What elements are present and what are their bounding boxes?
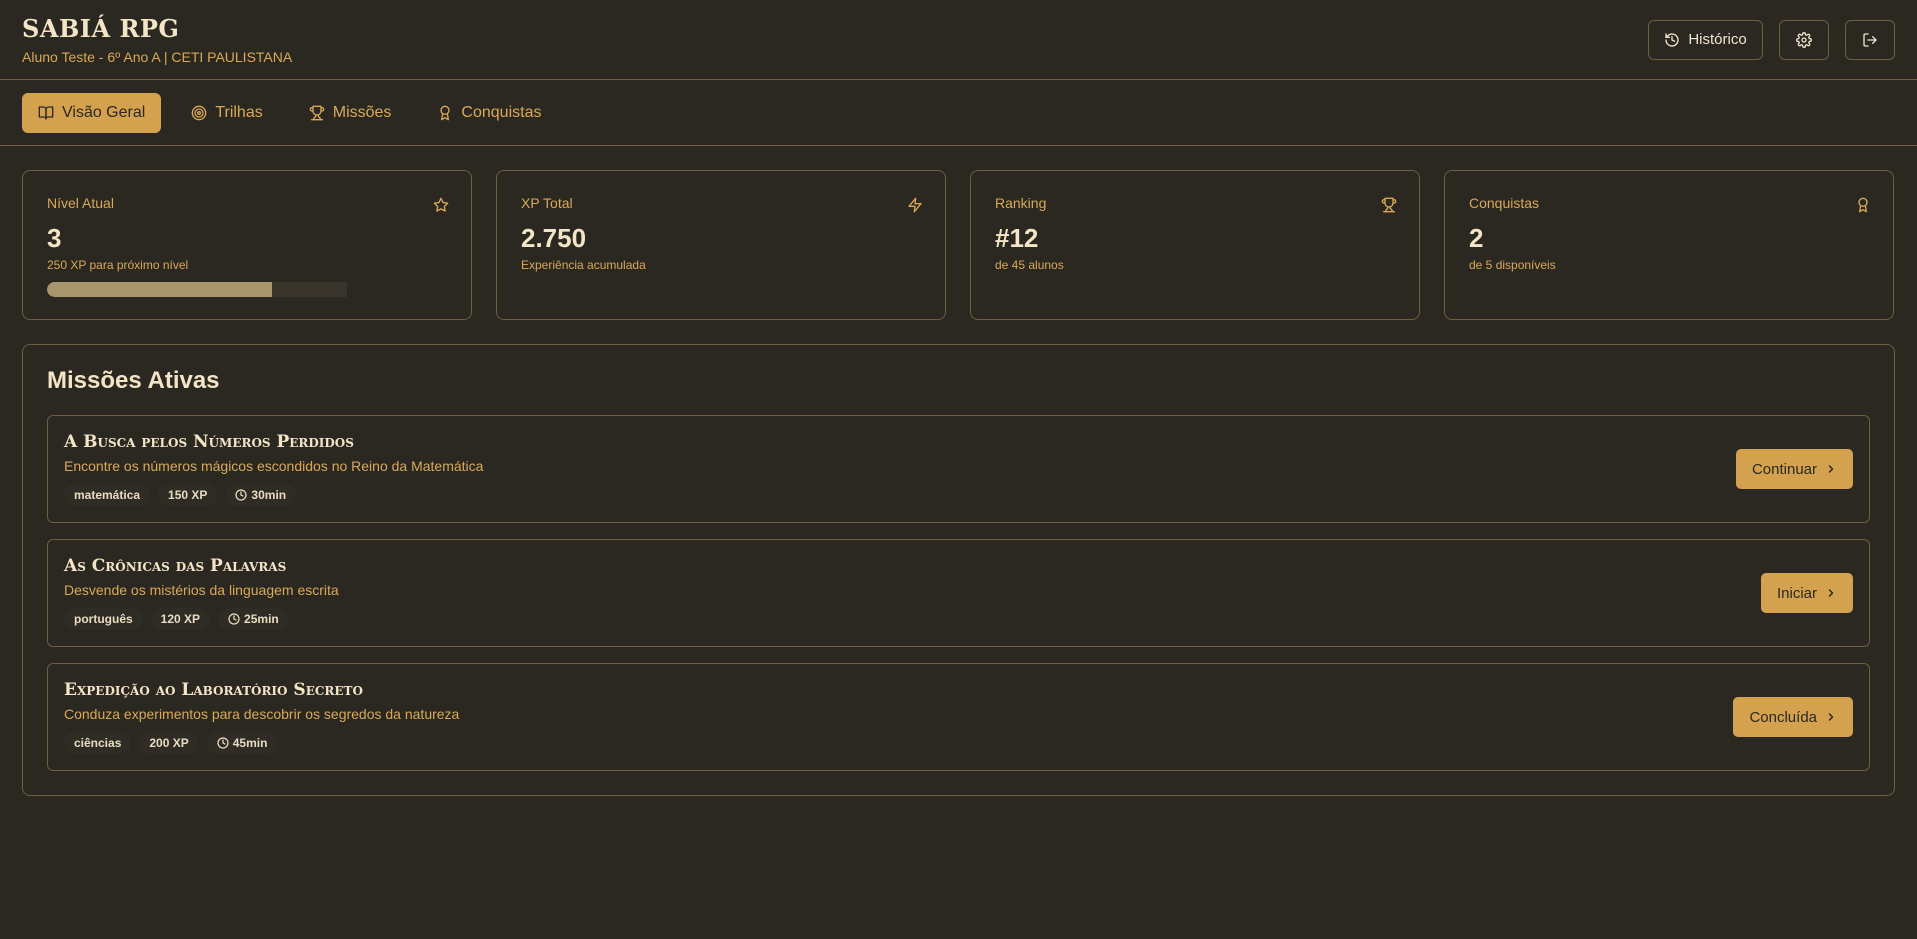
- clock-icon: [235, 489, 248, 501]
- subject-tag: matemática: [64, 484, 151, 506]
- tab-missoes[interactable]: Missões: [293, 93, 408, 133]
- history-icon: [1665, 32, 1679, 47]
- stat-value: 2.750: [521, 223, 587, 253]
- level-progress-fill: [47, 282, 272, 297]
- stat-card-ranking: Ranking #12 de 45 alunos: [970, 170, 1420, 320]
- mission-action-button[interactable]: Iniciar: [1760, 573, 1853, 613]
- logout-icon: [1863, 32, 1877, 47]
- tab-trilhas[interactable]: Trilhas: [175, 93, 278, 133]
- stat-label: Ranking: [995, 195, 1047, 211]
- mission-card: A Busca pelos Números Perdidos Encontre …: [47, 415, 1870, 523]
- app-title: SABIÁ RPG: [22, 14, 180, 43]
- mission-name: A Busca pelos Números Perdidos: [64, 432, 354, 452]
- subject-tag: português: [64, 608, 143, 630]
- mission-name: As Crônicas das Palavras: [64, 556, 287, 576]
- gear-icon: [1796, 31, 1812, 48]
- clock-icon: [217, 737, 229, 749]
- settings-button[interactable]: [1779, 19, 1829, 60]
- button-label: Iniciar: [1776, 584, 1817, 602]
- xp-tag: 200 XP: [139, 732, 199, 754]
- mission-name: Expedição ao Laboratório Secreto: [64, 680, 363, 700]
- mission-description: Conduza experimentos para descobrir os s…: [64, 706, 460, 722]
- stat-card-xp: XP Total 2.750 Experiência acumulada: [496, 170, 946, 320]
- tab-label: Trilhas: [215, 103, 263, 121]
- mission-action-button[interactable]: Concluída: [1733, 697, 1853, 737]
- tab-conquistas[interactable]: Conquistas: [421, 93, 557, 133]
- button-label: Concluída: [1749, 708, 1817, 726]
- award-icon: [440, 105, 451, 120]
- tab-visao-geral[interactable]: Visão Geral: [22, 92, 162, 133]
- stat-subtext: 250 XP para próximo nível: [47, 258, 189, 272]
- mission-description: Encontre os números mágicos escondidos n…: [64, 458, 484, 474]
- award-icon: [1858, 197, 1868, 213]
- mission-tags: matemática 150 XP 30min: [64, 484, 483, 506]
- zap-icon: [908, 197, 922, 213]
- mission-tags: português 120 XP 25min: [64, 608, 339, 630]
- xp-tag: 120 XP: [150, 608, 211, 630]
- history-button[interactable]: Histórico: [1648, 19, 1763, 60]
- app-header: SABIÁ RPG Aluno Teste - 6º Ano A | CETI …: [0, 0, 1917, 80]
- button-label: Continuar: [1751, 460, 1817, 478]
- time-value: 25min: [244, 612, 279, 626]
- subject-tag: ciências: [64, 732, 132, 754]
- time-tag: 45min: [206, 732, 278, 754]
- header-actions: Histórico: [1648, 19, 1895, 60]
- trophy-icon: [1381, 197, 1397, 213]
- chevron-right-icon: [1828, 713, 1834, 721]
- mission-tags: ciências 200 XP 45min: [64, 732, 459, 754]
- tab-label: Missões: [332, 103, 392, 121]
- stat-label: Nível Atual: [47, 195, 114, 211]
- star-icon: [433, 197, 449, 212]
- mission-info: Expedição ao Laboratório Secreto Conduza…: [64, 680, 459, 754]
- trophy-icon: [309, 105, 324, 120]
- stat-value: #12: [995, 223, 1039, 253]
- stat-value: 3: [47, 223, 62, 253]
- stat-label: XP Total: [521, 195, 573, 211]
- book-open-icon: [38, 105, 54, 120]
- stat-card-nivel: Nível Atual 3 250 XP para próximo nível: [22, 170, 472, 320]
- history-label: Histórico: [1688, 31, 1747, 48]
- stat-card-conquistas: Conquistas 2 de 5 disponíveis: [1444, 170, 1894, 320]
- chevron-right-icon: [1828, 589, 1834, 597]
- mission-card: Expedição ao Laboratório Secreto Conduza…: [47, 663, 1870, 771]
- time-value: 30min: [251, 488, 287, 502]
- mission-action-button[interactable]: Continuar: [1735, 449, 1853, 489]
- stat-subtext: de 45 alunos: [995, 258, 1064, 272]
- time-value: 45min: [232, 736, 268, 750]
- active-missions-panel: Missões Ativas A Busca pelos Números Per…: [22, 344, 1895, 796]
- mission-info: A Busca pelos Números Perdidos Encontre …: [64, 432, 483, 506]
- mission-description: Desvende os mistérios da linguagem escri…: [64, 582, 339, 598]
- stat-subtext: de 5 disponíveis: [1469, 258, 1556, 272]
- tab-label: Conquistas: [461, 103, 542, 121]
- student-info: Aluno Teste - 6º Ano A | CETI PAULISTANA: [22, 49, 293, 65]
- clock-icon: [228, 613, 240, 625]
- stat-subtext: Experiência acumulada: [521, 258, 646, 272]
- time-tag: 30min: [225, 484, 297, 506]
- stats-row: Nível Atual 3 250 XP para próximo nível …: [0, 146, 1917, 320]
- xp-tag: 150 XP: [158, 484, 218, 506]
- nav-tabs: Visão Geral Trilhas Missões Conquistas: [0, 80, 1917, 146]
- stat-label: Conquistas: [1469, 195, 1540, 211]
- chevron-right-icon: [1828, 465, 1834, 473]
- section-title: Missões Ativas: [47, 367, 220, 394]
- tab-label: Visão Geral: [62, 103, 146, 121]
- level-progress-bar: [47, 282, 347, 297]
- target-icon: [191, 105, 207, 120]
- brand: SABIÁ RPG Aluno Teste - 6º Ano A | CETI …: [22, 14, 292, 65]
- time-tag: 25min: [218, 608, 289, 630]
- logout-button[interactable]: [1845, 19, 1895, 60]
- stat-value: 2: [1469, 223, 1484, 253]
- mission-card: As Crônicas das Palavras Desvende os mis…: [47, 539, 1870, 647]
- mission-info: As Crônicas das Palavras Desvende os mis…: [64, 556, 339, 630]
